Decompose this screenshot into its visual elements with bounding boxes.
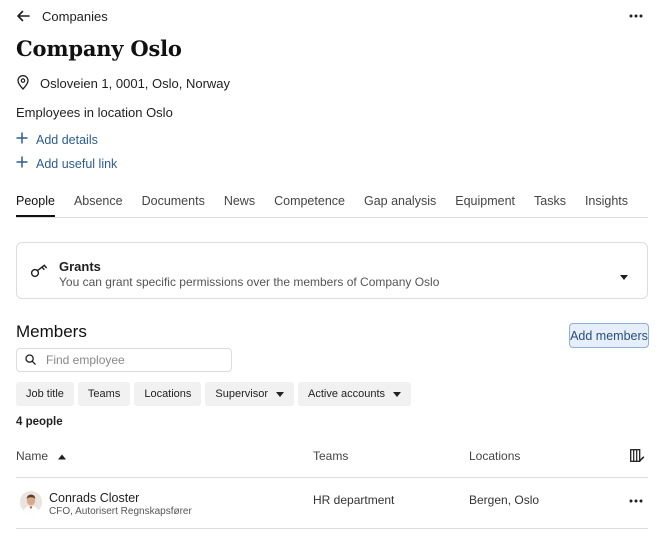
tab-bar: People Absence Documents News Competence… [16, 190, 648, 218]
filter-locations[interactable]: Locations [134, 382, 202, 406]
filter-teams[interactable]: Teams [77, 382, 131, 406]
column-label: Name [16, 449, 49, 463]
employee-name[interactable]: Conrads Closter [49, 491, 139, 505]
members-title: Members [16, 322, 87, 341]
column-header-teams[interactable]: Teams [313, 449, 348, 463]
sort-ascending-icon [58, 449, 67, 463]
arrow-left-icon[interactable] [14, 7, 32, 25]
grants-title: Grants [59, 259, 101, 274]
employee-title: CFO, Autorisert Regnskapsfører [49, 506, 192, 517]
more-horizontal-icon[interactable] [624, 7, 648, 25]
tab-equipment[interactable]: Equipment [455, 194, 515, 217]
table-divider [16, 528, 648, 529]
company-address: Osloveien 1, 0001, Oslo, Norway [40, 76, 231, 91]
row-more-icon[interactable] [624, 494, 648, 508]
grants-card[interactable]: Grants You can grant specific permission… [16, 242, 648, 299]
column-settings-icon[interactable] [628, 447, 646, 463]
search-input[interactable] [46, 353, 216, 367]
filter-label: Job title [26, 388, 64, 400]
tab-gap-analysis[interactable]: Gap analysis [364, 194, 436, 217]
breadcrumb[interactable]: Companies [42, 9, 108, 24]
filter-label: Teams [87, 388, 121, 400]
add-details-label: Add details [36, 132, 98, 147]
chevron-down-icon[interactable] [620, 268, 628, 283]
avatar [20, 491, 42, 513]
filter-label: Locations [144, 388, 192, 400]
chevron-down-icon [276, 391, 284, 397]
search-box [16, 348, 232, 372]
page-title: Company Oslo [16, 36, 182, 61]
grants-description: You can grant specific permissions over … [59, 275, 440, 289]
add-useful-link-button[interactable]: Add useful link [16, 156, 117, 171]
tab-documents[interactable]: Documents [142, 194, 205, 217]
chevron-down-icon [393, 391, 402, 397]
tab-news[interactable]: News [224, 194, 255, 217]
tab-tasks[interactable]: Tasks [534, 194, 566, 217]
plus-icon [16, 132, 28, 147]
search-icon [25, 353, 36, 368]
table-row[interactable]: Conrads Closter CFO, Autorisert Regnskap… [16, 478, 648, 528]
filter-supervisor[interactable]: Supervisor [205, 382, 294, 406]
filter-active-accounts[interactable]: Active accounts [298, 382, 412, 406]
tab-absence[interactable]: Absence [74, 194, 123, 217]
tab-people[interactable]: People [16, 194, 55, 217]
column-header-locations[interactable]: Locations [469, 449, 520, 463]
location-pin-icon [16, 74, 30, 90]
employee-locations: Bergen, Oslo [469, 493, 540, 507]
filter-job-title[interactable]: Job title [16, 382, 74, 406]
tab-insights[interactable]: Insights [585, 194, 628, 217]
add-members-button[interactable]: Add members [569, 323, 649, 348]
filter-label: Active accounts [308, 388, 386, 400]
add-details-button[interactable]: Add details [16, 132, 98, 147]
key-icon [29, 261, 49, 281]
tab-competence[interactable]: Competence [274, 194, 345, 217]
filter-label: Supervisor [215, 388, 268, 400]
plus-icon [16, 156, 28, 171]
column-header-name[interactable]: Name [16, 449, 67, 463]
filter-bar: Job title Teams Locations Supervisor Act… [16, 382, 412, 406]
employee-team: HR department [313, 493, 395, 507]
add-useful-link-label: Add useful link [36, 156, 118, 171]
people-count: 4 people [16, 416, 63, 428]
employees-note: Employees in location Oslo [16, 105, 173, 120]
